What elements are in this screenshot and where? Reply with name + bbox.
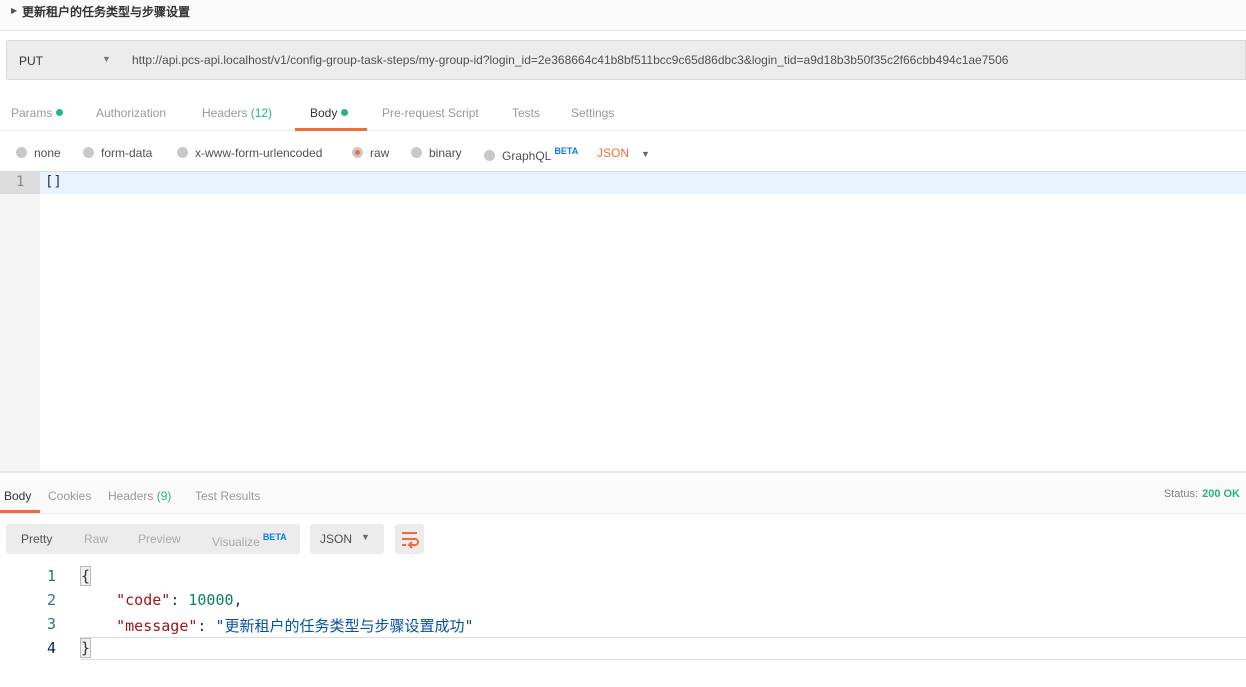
chevron-down-icon: ▼ — [102, 54, 111, 64]
body-format-select[interactable]: JSON ▼ — [597, 146, 650, 160]
request-body-editor[interactable]: 1 [] — [0, 171, 1246, 472]
json-number: 10000 — [188, 591, 234, 609]
tab-label: Headers — [202, 106, 248, 120]
request-title-bar[interactable]: ▶ 更新租户的任务类型与步骤设置 — [0, 0, 1246, 31]
line-number: 3 — [46, 615, 56, 633]
url-value: http://api.pcs-api.localhost/v1/config-g… — [132, 53, 1009, 67]
json-key: "message" — [116, 617, 198, 635]
view-raw[interactable]: Raw — [84, 532, 108, 546]
radio-binary[interactable]: binary — [411, 146, 462, 160]
tab-body[interactable]: Body — [310, 106, 349, 120]
view-label: Visualize — [212, 535, 260, 549]
response-tab-headers[interactable]: Headers (9) — [108, 489, 171, 503]
radio-urlencoded[interactable]: x-www-form-urlencoded — [177, 146, 322, 160]
status-dot-icon — [56, 109, 64, 116]
active-line-highlight — [0, 172, 1246, 194]
active-line-border — [80, 637, 1246, 638]
json-key: "code" — [116, 591, 171, 609]
beta-badge: BETA — [262, 532, 287, 542]
tab-label: Params — [11, 106, 53, 120]
radio-label: none — [34, 146, 61, 160]
radio-graphql[interactable]: GraphQL BETA — [484, 146, 578, 163]
radio-raw[interactable]: raw — [352, 146, 389, 160]
response-status: Status: 200 OK — [1164, 488, 1240, 500]
radio-label: GraphQL — [502, 149, 552, 163]
headers-count: (9) — [156, 489, 172, 503]
view-visualize[interactable]: Visualize BETA — [212, 532, 287, 549]
method-value: PUT — [19, 54, 43, 68]
line-gutter — [0, 172, 40, 472]
method-select[interactable]: PUT ▼ — [6, 40, 123, 80]
response-tab-body[interactable]: Body — [4, 489, 31, 503]
tab-headers[interactable]: Headers (12) — [202, 106, 272, 120]
tab-authorization[interactable]: Authorization — [96, 106, 166, 120]
active-tab-indicator — [0, 510, 40, 513]
url-input[interactable]: http://api.pcs-api.localhost/v1/config-g… — [122, 40, 1246, 80]
code-line: "code": 10000, — [116, 591, 243, 609]
beta-badge: BETA — [554, 146, 579, 156]
wrap-icon — [402, 532, 419, 549]
radio-none[interactable]: none — [16, 146, 61, 160]
view-pretty[interactable]: Pretty — [21, 532, 52, 546]
tab-label: Body — [310, 106, 338, 120]
response-format-select[interactable]: JSON ▼ — [310, 524, 384, 554]
tab-params[interactable]: Params — [11, 106, 64, 120]
tab-label: Headers — [108, 489, 154, 503]
code-line: } — [80, 638, 92, 658]
radio-form-data[interactable]: form-data — [83, 146, 152, 160]
radio-label: x-www-form-urlencoded — [195, 146, 323, 160]
response-code-area — [80, 565, 1246, 660]
wrap-lines-button[interactable] — [395, 524, 424, 554]
chevron-down-icon: ▼ — [641, 149, 650, 159]
request-title: 更新租户的任务类型与步骤设置 — [22, 5, 191, 19]
view-preview[interactable]: Preview — [138, 532, 181, 546]
headers-count: (12) — [250, 106, 273, 120]
response-view-modes: Pretty Raw Preview Visualize BETA — [6, 524, 300, 554]
chevron-down-icon: ▼ — [361, 532, 370, 542]
line-number: 4 — [46, 639, 56, 657]
status-dot-icon — [341, 109, 349, 116]
response-tabs: Body Cookies Headers (9) Test Results St… — [0, 480, 1246, 514]
response-tab-cookies[interactable]: Cookies — [48, 489, 91, 503]
code-line: "message": "更新租户的任务类型与步骤设置成功" — [116, 617, 474, 635]
format-value: JSON — [597, 146, 630, 160]
status-value: 200 OK — [1202, 488, 1240, 500]
status-label: Status: — [1163, 488, 1199, 500]
response-tab-test-results[interactable]: Test Results — [195, 489, 260, 503]
radio-label: raw — [370, 146, 390, 160]
radio-label: binary — [429, 146, 462, 160]
format-value: JSON — [320, 532, 353, 546]
tab-tests[interactable]: Tests — [512, 106, 540, 120]
expand-caret-icon[interactable]: ▶ — [11, 6, 17, 15]
code-line: { — [80, 566, 92, 586]
json-string: "更新租户的任务类型与步骤设置成功" — [215, 617, 474, 635]
radio-label: form-data — [101, 146, 153, 160]
tab-pre-request-script[interactable]: Pre-request Script — [382, 106, 479, 120]
line-number: 1 — [46, 567, 56, 585]
tab-settings[interactable]: Settings — [571, 106, 614, 120]
body-type-selector: none form-data x-www-form-urlencoded raw… — [0, 140, 1246, 164]
pane-divider[interactable] — [0, 471, 1246, 473]
request-tabs: Params Authorization Headers (12) Body P… — [0, 95, 1246, 131]
code-line: [] — [45, 174, 62, 190]
line-number: 1 — [16, 174, 25, 190]
line-number: 2 — [46, 591, 56, 609]
active-tab-indicator — [295, 128, 367, 131]
